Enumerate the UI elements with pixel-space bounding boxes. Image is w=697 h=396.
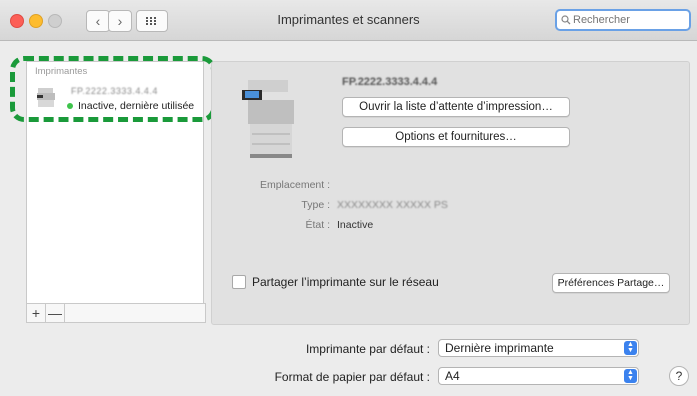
open-print-queue-button[interactable]: Ouvrir la liste d’attente d’impression…	[342, 97, 570, 117]
printer-detail-panel: FP.2222.3333.4.4.4 Ouvrir la liste d’att…	[211, 61, 690, 325]
remove-printer-button[interactable]: —	[46, 304, 65, 322]
highlight-callout	[10, 56, 216, 122]
updown-arrows-icon: ▲ ▼	[624, 341, 637, 355]
title-bar: ‹ › Imprimantes et scanners	[0, 0, 697, 41]
printer-title: FP.2222.3333.4.4.4	[342, 76, 438, 88]
default-printer-select[interactable]: Dernière imprimante ▲ ▼	[438, 339, 639, 357]
updown-arrows-icon: ▲ ▼	[624, 369, 637, 383]
share-printer-checkbox[interactable]	[232, 275, 246, 289]
options-supplies-button[interactable]: Options et fournitures…	[342, 127, 570, 147]
default-printer-value: Dernière imprimante	[445, 341, 554, 355]
share-printer-row: Partager l’imprimante sur le réseau	[232, 275, 439, 289]
add-printer-button[interactable]: +	[27, 304, 46, 322]
sharing-preferences-button[interactable]: Préférences Partage…	[552, 273, 670, 293]
state-value: Inactive	[337, 219, 374, 231]
paper-size-select[interactable]: A4 ▲ ▼	[438, 367, 639, 385]
printer-large-icon	[242, 80, 294, 158]
location-label: Emplacement :	[259, 179, 330, 191]
type-value: XXXXXXXX XXXXX PS	[337, 199, 448, 211]
search-field[interactable]	[555, 9, 691, 31]
default-printer-label: Imprimante par défaut :	[305, 342, 430, 356]
paper-size-value: A4	[445, 369, 460, 383]
type-label: Type :	[301, 199, 330, 211]
share-printer-label: Partager l’imprimante sur le réseau	[252, 275, 439, 289]
paper-size-label: Format de papier par défaut :	[274, 370, 430, 384]
question-icon: ?	[675, 369, 683, 383]
add-remove-bar: + —	[26, 303, 206, 323]
search-input[interactable]	[573, 14, 683, 26]
help-button[interactable]: ?	[669, 366, 689, 386]
state-label: État :	[305, 219, 330, 231]
search-icon	[561, 15, 571, 25]
